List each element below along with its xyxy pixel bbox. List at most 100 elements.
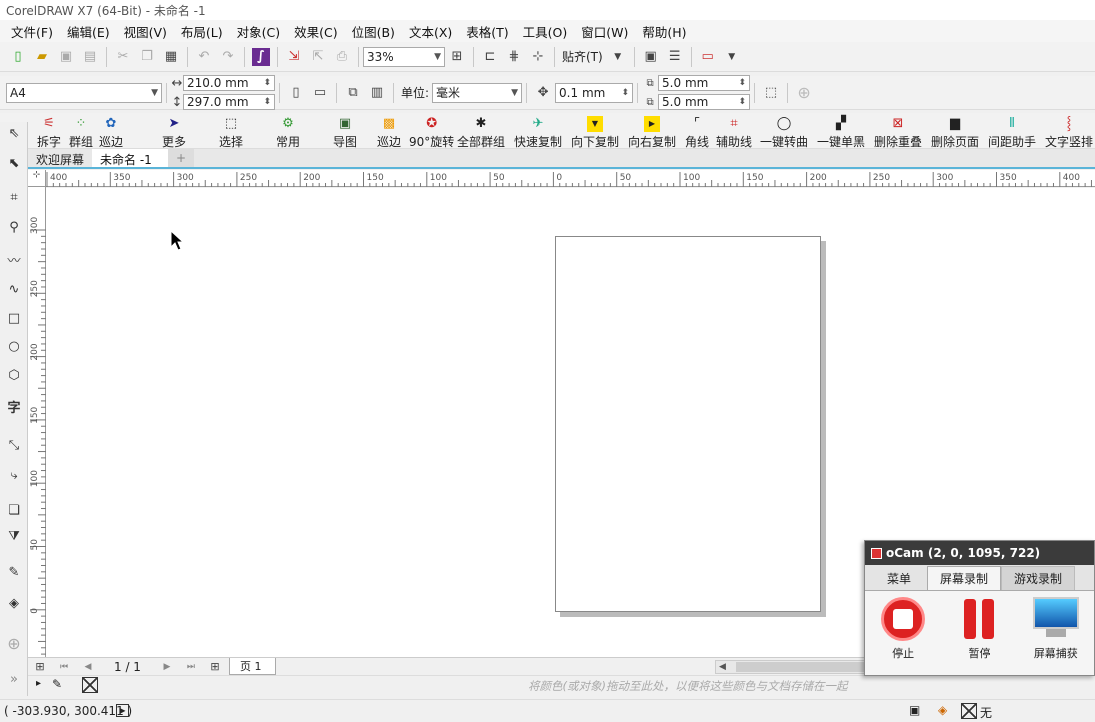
application-launcher-icon[interactable]: ▭ xyxy=(699,48,717,66)
menu-text[interactable]: 文本(X) xyxy=(402,22,459,41)
add-page-before-icon[interactable]: ⊞ xyxy=(31,658,49,676)
dimension-tool-icon[interactable]: ⤡ xyxy=(4,436,24,456)
no-color-swatch[interactable] xyxy=(82,677,98,693)
new-document-icon[interactable]: ▯ xyxy=(9,48,27,66)
treat-as-filled-icon[interactable]: ⬚ xyxy=(762,84,780,102)
copy-icon[interactable]: ❐ xyxy=(138,48,156,66)
menu-object[interactable]: 对象(C) xyxy=(230,22,287,41)
next-page-icon[interactable]: ▶ xyxy=(158,658,176,676)
save-icon[interactable]: ▣ xyxy=(57,48,75,66)
units-combo[interactable]: 毫米 ▼ xyxy=(432,82,523,103)
tool-split-text[interactable]: ⚟ 拆字 xyxy=(37,113,61,149)
vertical-ruler[interactable]: 300 250 200 150 100 50 0 xyxy=(28,187,46,657)
ocam-title-bar[interactable]: oCam (2, 0, 1095, 722) xyxy=(865,541,1094,565)
menu-window[interactable]: 窗口(W) xyxy=(574,22,635,41)
ocam-pause-button[interactable]: 暂停 xyxy=(949,597,1009,675)
tool-quick-copy[interactable]: ✈ 快速复制 xyxy=(514,113,562,149)
fill-bucket-icon[interactable]: ◈ xyxy=(938,703,947,717)
guidelines-icon[interactable]: ⊹ xyxy=(529,48,547,66)
add-tool-icon[interactable]: ⊕ xyxy=(4,634,24,654)
drop-shadow-tool-icon[interactable]: ❏ xyxy=(4,501,24,521)
tool-common[interactable]: ⚙ 常用 xyxy=(276,113,300,149)
horizontal-ruler[interactable]: 400 350 300 250 200 150 100 50 0 50 100 150 200 250 30… xyxy=(46,170,1095,187)
menu-file[interactable]: 文件(F) xyxy=(4,22,60,41)
tool-group-all[interactable]: ✱ 全部群组 xyxy=(457,113,505,149)
page-width-input[interactable]: 210.0 mm ⬍ xyxy=(183,75,275,91)
add-page-after-icon[interactable]: ⊞ xyxy=(206,658,224,676)
tool-single-black[interactable]: ▞ 一键单黑 xyxy=(817,113,865,149)
export-icon[interactable]: ⇱ xyxy=(309,48,327,66)
zoom-fit-icon[interactable]: ⊞ xyxy=(448,48,466,66)
ocam-tab-game-record[interactable]: 游戏录制 xyxy=(1001,566,1076,590)
print-icon[interactable]: ▤ xyxy=(81,48,99,66)
publish-pdf-icon[interactable]: ⎙ xyxy=(333,48,351,66)
tool-more[interactable]: ➤ 更多 xyxy=(162,113,186,149)
menu-effects[interactable]: 效果(C) xyxy=(287,22,344,41)
eyedropper-tool-icon[interactable]: ✎ xyxy=(4,563,24,583)
first-page-icon[interactable]: ⏮ xyxy=(55,658,73,676)
duplicate-y-input[interactable]: 5.0 mm ⬍ xyxy=(658,94,751,110)
portrait-icon[interactable]: ▯ xyxy=(287,84,305,102)
plugin-launcher-icon[interactable]: ∫ xyxy=(252,47,270,66)
connector-tool-icon[interactable]: ⤷ xyxy=(4,466,24,486)
menu-help[interactable]: 帮助(H) xyxy=(635,22,693,41)
color-proofing-icon[interactable]: ▣ xyxy=(909,703,920,717)
menu-view[interactable]: 视图(V) xyxy=(117,22,174,41)
tab-untitled-1[interactable]: 未命名 -1 xyxy=(92,149,169,167)
page-size-combo[interactable]: A4 ▼ xyxy=(6,82,162,103)
tool-vertical-text[interactable]: ⸾ 文字竖排 xyxy=(1045,113,1093,149)
duplicate-x-input[interactable]: 5.0 mm ⬍ xyxy=(658,75,751,91)
chevron-down-icon[interactable]: ▼ xyxy=(723,48,741,66)
tool-copy-down[interactable]: ▼ 向下复制 xyxy=(571,113,619,149)
snap-to-dropdown[interactable]: 贴齐(T) xyxy=(562,48,603,65)
ocam-stop-button[interactable]: 停止 xyxy=(873,597,933,675)
paste-icon[interactable]: ▦ xyxy=(162,48,180,66)
expand-toolbox-icon[interactable]: » xyxy=(4,670,24,690)
freehand-tool-icon[interactable]: 〰 xyxy=(4,252,24,272)
tool-export-image[interactable]: ▣ 导图 xyxy=(333,113,357,149)
menu-edit[interactable]: 编辑(E) xyxy=(60,22,117,41)
crop-tool-icon[interactable]: ⌗ xyxy=(4,188,24,208)
ellipse-tool-icon[interactable]: ○ xyxy=(4,337,24,357)
add-icon[interactable]: ⊕ xyxy=(795,83,813,102)
add-tab-icon[interactable]: + xyxy=(168,149,195,167)
shape-tool-icon[interactable]: ⬉ xyxy=(4,154,24,174)
text-tool-icon[interactable]: 字 xyxy=(4,399,24,419)
tool-spacing-assistant[interactable]: ⫴ 间距助手 xyxy=(988,113,1036,149)
welcome-screen-icon[interactable]: ▣ xyxy=(642,48,660,66)
palette-menu-icon[interactable]: ▸ xyxy=(36,678,41,689)
transparency-tool-icon[interactable]: ⧩ xyxy=(4,527,24,547)
page-height-input[interactable]: 297.0 mm ⬍ xyxy=(183,94,275,110)
nudge-distance-input[interactable]: 0.1 mm ⬍ xyxy=(555,82,634,103)
redo-icon[interactable]: ↷ xyxy=(219,48,237,66)
status-expand-icon[interactable]: ▶ xyxy=(116,704,129,717)
polygon-tool-icon[interactable]: ⬡ xyxy=(4,366,24,386)
fill-tool-icon[interactable]: ◈ xyxy=(4,594,24,614)
tool-guidelines[interactable]: ⌗ 辅助线 xyxy=(716,113,752,149)
zoom-tool-icon[interactable]: ⚲ xyxy=(4,218,24,238)
menu-table[interactable]: 表格(T) xyxy=(459,22,515,41)
tool-trace-edge[interactable]: ✿ 巡边 xyxy=(99,113,123,149)
tool-rotate-90[interactable]: ✪ 90°旋转 xyxy=(409,113,454,149)
open-icon[interactable]: ▰ xyxy=(33,48,51,66)
ruler-origin[interactable]: ⊹ xyxy=(28,170,46,187)
undo-icon[interactable]: ↶ xyxy=(195,48,213,66)
all-pages-icon[interactable]: ⧉ xyxy=(344,84,362,102)
rulers-icon[interactable]: ⊏ xyxy=(481,48,499,66)
tool-group[interactable]: ⁘ 群组 xyxy=(69,113,93,149)
document-page[interactable] xyxy=(555,236,821,612)
import-icon[interactable]: ⇲ xyxy=(285,48,303,66)
eyedropper-icon[interactable]: ✎ xyxy=(52,677,62,691)
chevron-down-icon[interactable]: ▼ xyxy=(609,48,627,66)
tool-delete-overlap[interactable]: ⊠ 删除重叠 xyxy=(874,113,922,149)
menu-layout[interactable]: 布局(L) xyxy=(174,22,230,41)
landscape-icon[interactable]: ▭ xyxy=(311,84,329,102)
tab-welcome-screen[interactable]: 欢迎屏幕 xyxy=(28,149,92,167)
last-page-icon[interactable]: ⏭ xyxy=(182,658,200,676)
tool-select[interactable]: ⬚ 选择 xyxy=(219,113,243,149)
tool-corner-line[interactable]: ⌜ 角线 xyxy=(685,113,709,149)
current-page-icon[interactable]: ▥ xyxy=(368,84,386,102)
menu-bitmaps[interactable]: 位图(B) xyxy=(345,22,402,41)
tool-copy-right[interactable]: ▶ 向右复制 xyxy=(628,113,676,149)
rectangle-tool-icon[interactable]: □ xyxy=(4,309,24,329)
